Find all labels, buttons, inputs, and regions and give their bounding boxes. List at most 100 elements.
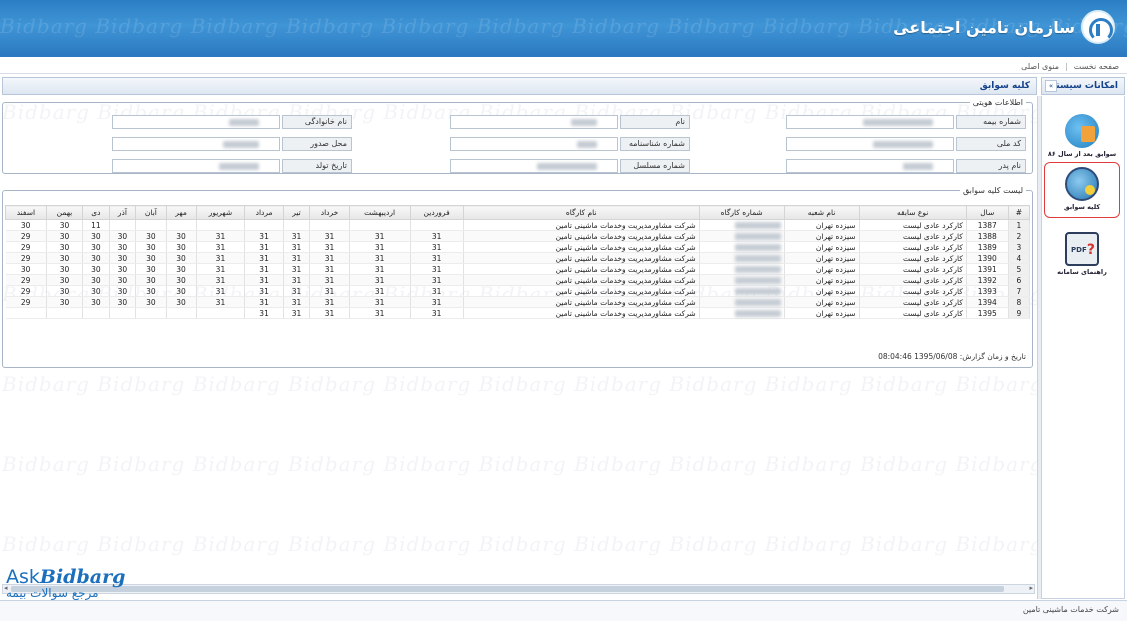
table-cell: شرکت مشاورمدیریت وخدمات ماشینی تامین xyxy=(463,285,700,297)
column-header[interactable]: شماره کارگاه xyxy=(698,205,785,220)
table-cell: 30 xyxy=(166,285,197,297)
table-cell: 31 xyxy=(196,274,246,286)
field-value xyxy=(786,115,954,129)
table-cell: 31 xyxy=(196,252,246,264)
table-cell: 31 xyxy=(283,230,311,242)
table-row[interactable]: 7 1393 کارکرد عادی لیست سیزده تهران شرکت مشا… xyxy=(5,285,1031,297)
app-root: Bidbarg Bidbarg Bidbarg Bidbarg Bidbarg … xyxy=(0,0,1127,621)
table-cell xyxy=(82,307,110,319)
table-cell: سیزده تهران xyxy=(784,307,860,319)
field-label: شماره بیمه xyxy=(956,115,1026,129)
table-cell: کارکرد عادی لیست xyxy=(859,274,967,286)
table-cell: 31 xyxy=(244,263,284,275)
brand-fa: مرجع سوالات بیمه xyxy=(6,586,99,600)
column-header[interactable]: بهمن xyxy=(45,205,84,220)
column-header[interactable]: اردیبهشت xyxy=(348,205,411,220)
table-cell: 31 xyxy=(349,274,411,286)
table-cell: 1390 xyxy=(966,252,1009,264)
table-cell: 30 xyxy=(135,230,167,242)
table-cell: کارکرد عادی لیست xyxy=(859,230,967,242)
column-header[interactable]: تیر xyxy=(282,205,311,220)
column-header[interactable]: آذر xyxy=(108,205,137,220)
brand-logo-text: AskBidbarg xyxy=(6,566,125,588)
column-header[interactable]: مهر xyxy=(165,205,197,220)
column-header[interactable]: شهریور xyxy=(195,205,246,220)
table-row[interactable]: 4 1390 کارکرد عادی لیست سیزده تهران شرکت مشا… xyxy=(5,252,1031,264)
table-cell: 31 xyxy=(244,285,284,297)
table-row[interactable]: 2 1388 کارکرد عادی لیست سیزده تهران شرکت مشا… xyxy=(5,230,1031,242)
collapse-sidebar-icon[interactable]: » xyxy=(1045,80,1057,92)
column-header[interactable]: دی xyxy=(82,205,110,220)
field-label: شماره شناسنامه xyxy=(620,137,690,151)
table-cell xyxy=(699,307,785,319)
table-cell: شرکت مشاورمدیریت وخدمات ماشینی تامین xyxy=(463,307,700,319)
column-header[interactable]: آبان xyxy=(135,205,167,220)
table-cell: 29 xyxy=(5,285,47,297)
table-cell: 30 xyxy=(135,274,167,286)
table-row[interactable]: 9 1395 کارکرد عادی لیست سیزده تهران شرکت مشا… xyxy=(5,307,1031,319)
table-cell: 31 xyxy=(410,307,464,319)
table-cell: 30 xyxy=(46,263,84,275)
redacted-workshop-no xyxy=(734,266,781,273)
sidebar-item-history-after-86[interactable]: سوابق بعد از سال ۸۶ xyxy=(1044,110,1120,166)
table-cell: 30 xyxy=(166,263,197,275)
national-code-field: کد ملی xyxy=(786,137,1026,151)
table-row[interactable]: 6 1392 کارکرد عادی لیست سیزده تهران شرکت مشا… xyxy=(5,274,1031,286)
table-row[interactable]: 1 1387 کارکرد عادی لیست سیزده تهران شرکت مشا… xyxy=(5,219,1031,231)
column-header[interactable]: نام شعبه xyxy=(783,205,860,220)
table-cell: 31 xyxy=(349,307,411,319)
tamin-logo-icon xyxy=(1081,10,1115,44)
status-text: شرکت خدمات ماشینی تامین xyxy=(1022,605,1119,614)
menu-home-link[interactable]: صفحه نخست xyxy=(1074,62,1119,71)
table-cell: 31 xyxy=(283,241,311,253)
table-cell: 31 xyxy=(309,296,350,308)
askbidbarg-logo: AskBidbarg مرجع سوالات بیمه xyxy=(6,566,125,600)
records-legend: لیست کلیه سوابق xyxy=(962,186,1023,195)
table-cell xyxy=(109,307,137,319)
column-header[interactable]: نوع سابقه xyxy=(858,205,967,220)
table-cell: 30 xyxy=(166,230,197,242)
table-cell: 31 xyxy=(309,241,350,253)
table-cell: 30 xyxy=(166,274,197,286)
sidebar-item-help[interactable]: راهنمای سامانه xyxy=(1044,228,1120,284)
column-header[interactable]: نام کارگاه xyxy=(462,205,700,220)
table-cell: 1394 xyxy=(966,296,1009,308)
sidebar-item-all-records[interactable]: کلیه سوابق xyxy=(1044,162,1120,218)
table-cell: 31 xyxy=(309,252,350,264)
table-cell: 30 xyxy=(166,252,197,264)
table-row[interactable]: 3 1389 کارکرد عادی لیست سیزده تهران شرکت مشا… xyxy=(5,241,1031,253)
table-cell: 30 xyxy=(109,230,137,242)
table-cell: 3 xyxy=(1008,241,1031,253)
column-header[interactable]: اسفند xyxy=(5,205,47,220)
table-cell: شرکت مشاورمدیریت وخدمات ماشینی تامین xyxy=(463,263,700,275)
horizontal-scrollbar[interactable]: ◂ ▸ xyxy=(2,584,1035,594)
table-cell: 31 xyxy=(309,274,350,286)
table-row[interactable]: 5 1391 کارکرد عادی لیست سیزده تهران شرکت مشا… xyxy=(5,263,1031,275)
column-header[interactable]: فروردین xyxy=(409,205,464,220)
table-row[interactable]: 8 1394 کارکرد عادی لیست سیزده تهران شرکت مشا… xyxy=(5,296,1031,308)
table-cell xyxy=(699,274,785,286)
table-cell xyxy=(5,307,47,319)
table-cell: 31 xyxy=(349,252,411,264)
status-bar: شرکت خدمات ماشینی تامین xyxy=(0,600,1127,621)
table-cell: کارکرد عادی لیست xyxy=(859,263,967,275)
scrollbar-thumb[interactable] xyxy=(11,586,1004,592)
table-cell: 31 xyxy=(244,252,284,264)
table-cell: شرکت مشاورمدیریت وخدمات ماشینی تامین xyxy=(463,252,700,264)
table-cell: 30 xyxy=(109,263,137,275)
column-header[interactable]: خرداد xyxy=(309,205,350,220)
table-cell: 31 xyxy=(349,285,411,297)
splitter[interactable] xyxy=(1037,96,1041,599)
scroll-right-icon[interactable]: ▸ xyxy=(1029,584,1033,592)
table-cell: 30 xyxy=(135,296,167,308)
column-header[interactable]: سال xyxy=(965,205,1009,220)
table-cell xyxy=(166,219,197,231)
field-label: کد ملی xyxy=(956,137,1026,151)
column-header[interactable]: # xyxy=(1007,205,1031,220)
all-records-icon xyxy=(1065,167,1099,201)
menu-main-link[interactable]: منوی اصلی xyxy=(1021,62,1059,71)
table-cell: 1388 xyxy=(966,230,1009,242)
table-cell: 9 xyxy=(1008,307,1031,319)
table-cell: 31 xyxy=(349,241,411,253)
column-header[interactable]: مرداد xyxy=(244,205,284,220)
